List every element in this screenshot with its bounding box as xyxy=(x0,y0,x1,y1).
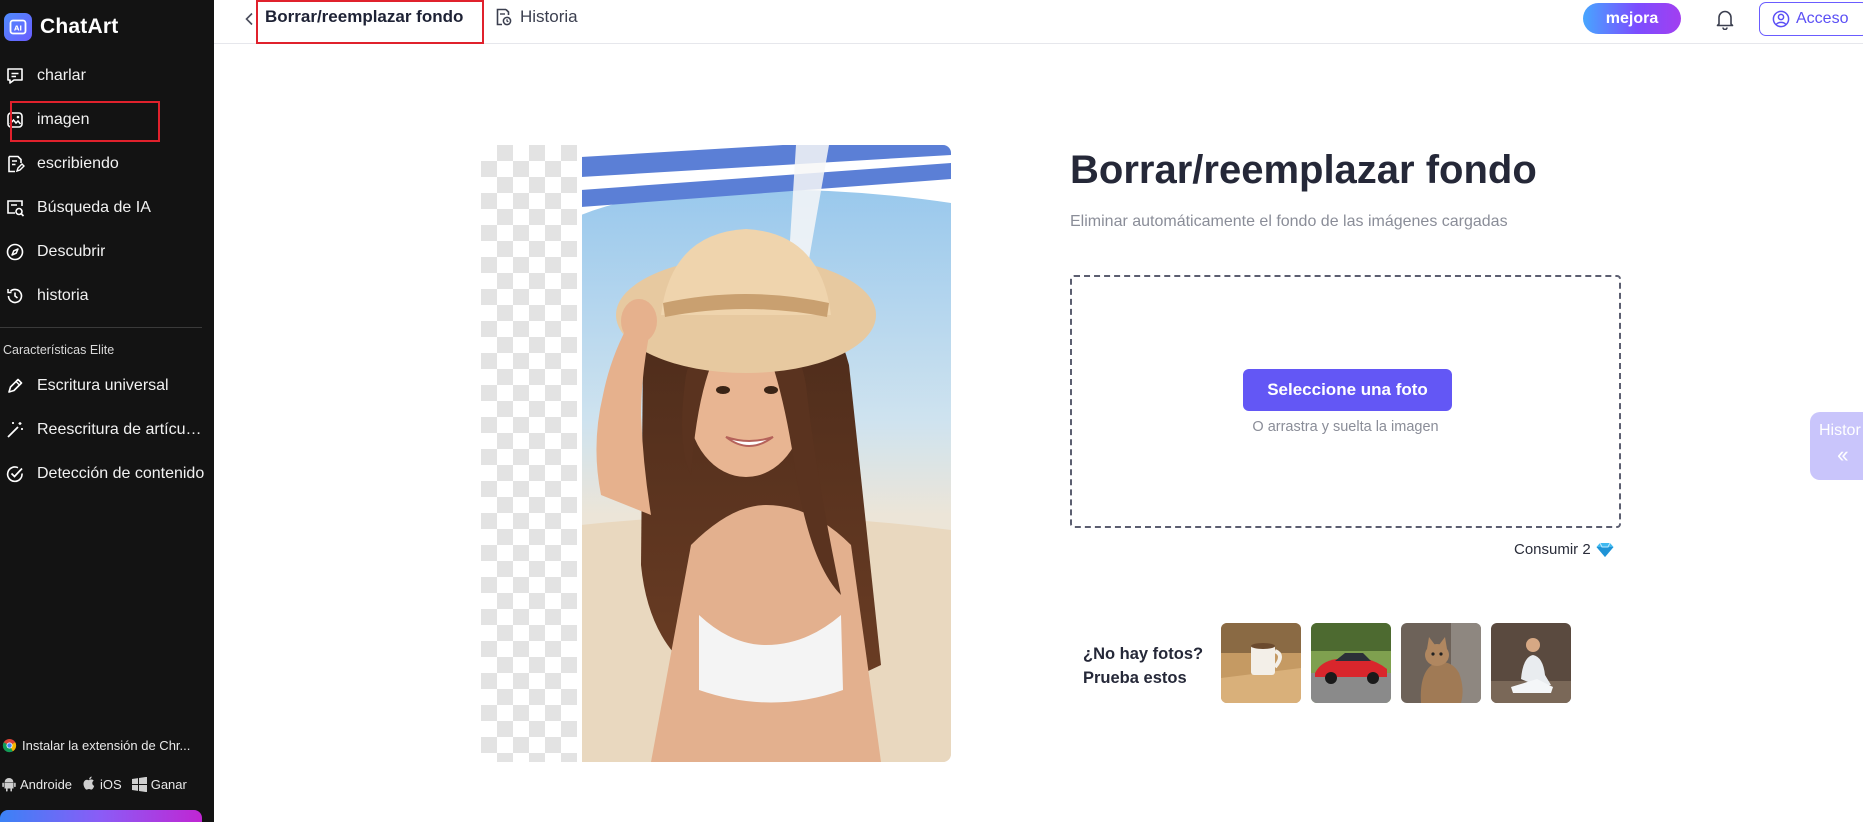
brand[interactable]: AI ChatArt xyxy=(4,12,118,42)
windows-link[interactable]: Ganar xyxy=(131,776,187,792)
sidebar-item-label: imagen xyxy=(37,111,90,128)
windows-icon xyxy=(131,776,147,792)
top-header: Borrar/reemplazar fondo Historia mejora … xyxy=(214,0,1863,44)
sample-prompt-line1: ¿No hay fotos? xyxy=(1083,645,1204,663)
sidebar-item-label: Escritura universal xyxy=(37,377,169,394)
transparent-background-pattern xyxy=(481,145,581,762)
sidebar-item-label: charlar xyxy=(37,67,86,84)
ios-link[interactable]: iOS xyxy=(82,776,122,792)
credit-cost: Consumir 2 xyxy=(1514,541,1614,558)
sample-image-car[interactable] xyxy=(1311,623,1391,703)
sidebar-divider xyxy=(0,327,202,328)
sidebar: AI ChatArt charlar imagen escribiendo Bú… xyxy=(0,0,214,822)
app-downloads: Androide iOS Ganar xyxy=(2,776,192,792)
sidebar-item-charlar[interactable]: charlar xyxy=(0,54,214,98)
sidebar-item-label: Detección de contenido xyxy=(37,465,205,482)
history-label: Historia xyxy=(520,7,578,26)
sidebar-item-label: Descubrir xyxy=(37,243,106,260)
app-root: AI ChatArt charlar imagen escribiendo Bú… xyxy=(0,0,1863,822)
sample-image-man[interactable] xyxy=(1491,623,1571,703)
sample-image-mug[interactable] xyxy=(1221,623,1301,703)
login-button[interactable]: Acceso xyxy=(1759,2,1863,36)
sidebar-item-descubrir[interactable]: Descubrir xyxy=(0,230,214,274)
chrome-extension-label: Instalar la extensión de Chr... xyxy=(22,738,191,753)
history-icon xyxy=(7,288,23,304)
login-label: Acceso xyxy=(1796,10,1849,27)
back-button[interactable] xyxy=(241,9,257,29)
sidebar-item-escritura-universal[interactable]: Escritura universal xyxy=(0,364,214,408)
android-label: Androide xyxy=(20,776,73,792)
double-chevron-left-icon: ‹‹ xyxy=(1837,442,1849,467)
example-photo xyxy=(581,145,951,762)
sidebar-item-deteccion[interactable]: Detección de contenido xyxy=(0,452,214,496)
upgrade-banner-edge[interactable] xyxy=(0,810,202,822)
history-link[interactable]: Historia xyxy=(494,7,578,27)
diamond-icon xyxy=(1596,542,1614,557)
compass-icon xyxy=(6,243,24,261)
sidebar-section-title: Características Elite xyxy=(3,343,115,357)
ai-search-icon xyxy=(7,200,25,217)
document-edit-icon xyxy=(8,155,25,173)
sidebar-item-label: historia xyxy=(37,287,89,304)
sidebar-item-escribiendo[interactable]: escribiendo xyxy=(0,142,214,186)
credit-cost-label: Consumir 2 xyxy=(1514,541,1591,558)
notifications-button[interactable] xyxy=(1712,6,1738,32)
sidebar-item-historia[interactable]: historia xyxy=(0,274,214,318)
sample-prompt-line2: Prueba estos xyxy=(1083,669,1187,687)
chrome-extension-link[interactable]: Instalar la extensión de Chr... xyxy=(2,738,190,753)
check-circle-icon xyxy=(6,466,23,483)
image-icon xyxy=(7,112,23,128)
chat-bubble-icon xyxy=(7,68,23,84)
history-side-tab[interactable]: Histor ‹‹ xyxy=(1810,412,1863,480)
android-icon xyxy=(2,777,16,791)
page-title: Borrar/reemplazar fondo xyxy=(265,7,464,26)
select-photo-button[interactable]: Seleccione una foto xyxy=(1243,369,1452,411)
history-side-tab-label: Histor xyxy=(1819,422,1861,439)
sidebar-item-label: escribiendo xyxy=(37,155,119,172)
sidebar-item-label: Reescritura de artículos xyxy=(37,421,205,438)
before-after-divider xyxy=(577,145,582,762)
android-link[interactable]: Androide xyxy=(2,777,72,792)
drag-drop-hint: O arrastra y suelta la imagen xyxy=(1252,419,1439,435)
chrome-icon xyxy=(2,738,17,753)
pen-icon xyxy=(8,378,23,393)
magic-wand-icon xyxy=(7,422,23,438)
example-preview-image xyxy=(481,145,951,762)
sidebar-nav: charlar imagen escribiendo Búsqueda de I… xyxy=(0,54,214,318)
sidebar-item-imagen[interactable]: imagen xyxy=(0,98,214,142)
sidebar-item-reescritura[interactable]: Reescritura de artículos xyxy=(0,408,214,452)
windows-label: Ganar xyxy=(150,776,187,792)
sidebar-item-label: Búsqueda de IA xyxy=(37,199,151,216)
history-document-icon xyxy=(496,8,512,26)
upgrade-button[interactable]: mejora xyxy=(1583,3,1681,34)
upload-dropzone[interactable]: Seleccione una foto O arrastra y suelta … xyxy=(1070,275,1621,528)
brand-name: ChatArt xyxy=(40,15,119,38)
user-circle-icon xyxy=(1772,10,1790,28)
sample-prompt: ¿No hay fotos? Prueba estos xyxy=(1083,642,1203,690)
apple-icon xyxy=(83,776,95,790)
sidebar-elite-nav: Escritura universal Reescritura de artíc… xyxy=(0,364,214,496)
sample-image-cat[interactable] xyxy=(1401,623,1481,703)
sample-images xyxy=(1221,623,1571,703)
bell-icon xyxy=(1716,10,1734,30)
tool-title: Borrar/reemplazar fondo xyxy=(1070,148,1537,192)
tool-subtitle: Eliminar automáticamente el fondo de las… xyxy=(1070,213,1508,230)
sidebar-item-busqueda-ia[interactable]: Búsqueda de IA xyxy=(0,186,214,230)
ai-chip-icon: AI xyxy=(4,13,32,41)
chevron-left-icon xyxy=(245,12,253,26)
ios-label: iOS xyxy=(100,776,122,792)
svg-text:AI: AI xyxy=(14,25,22,33)
